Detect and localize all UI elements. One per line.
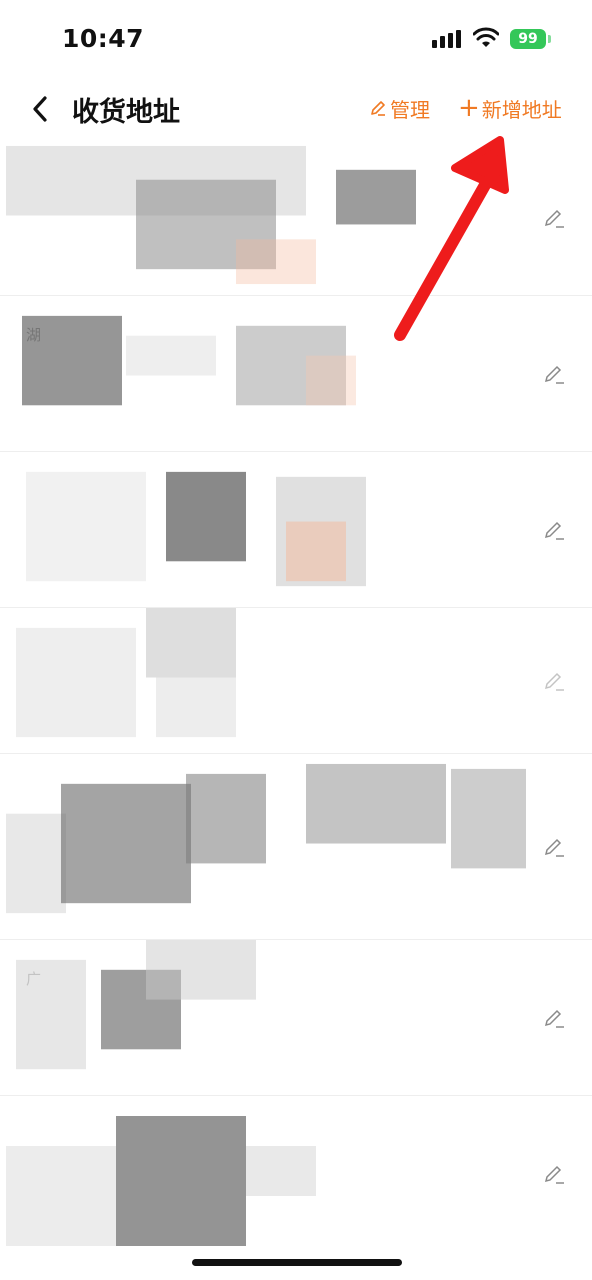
add-address-label: 新增地址 xyxy=(481,97,562,122)
manage-label: 管理 xyxy=(390,97,430,122)
redaction-scribble xyxy=(16,608,236,738)
address-item[interactable] xyxy=(0,608,592,754)
address-item[interactable] xyxy=(0,1096,592,1252)
cellular-signal-icon xyxy=(432,30,461,48)
redaction-scribble xyxy=(26,471,366,587)
manage-button[interactable]: 管理 xyxy=(368,94,430,122)
address-item[interactable] xyxy=(0,754,592,940)
status-time: 10:47 xyxy=(62,24,145,53)
back-chevron-icon[interactable] xyxy=(26,94,56,124)
address-item[interactable]: 湖 xyxy=(0,296,592,452)
redaction-scribble xyxy=(16,940,256,1070)
home-indicator[interactable] xyxy=(192,1259,402,1266)
battery-icon: 99 xyxy=(510,29,546,49)
pencil-icon xyxy=(371,101,385,116)
edit-icon[interactable] xyxy=(542,518,566,542)
redaction-scribble xyxy=(6,145,416,285)
edit-icon[interactable] xyxy=(542,669,566,693)
address-list: 湖 xyxy=(0,140,592,1252)
edit-icon[interactable] xyxy=(542,1006,566,1030)
plus-icon: + xyxy=(458,93,480,123)
status-bar: 10:47 99 xyxy=(0,0,592,80)
redaction-scribble xyxy=(6,763,526,914)
page-title: 收货地址 xyxy=(72,97,180,128)
add-address-button[interactable]: + 新增地址 xyxy=(458,94,562,122)
edit-icon[interactable] xyxy=(542,362,566,386)
redaction-scribble xyxy=(22,315,356,406)
battery-level: 99 xyxy=(518,31,538,47)
edit-icon[interactable] xyxy=(542,206,566,230)
address-item[interactable]: 广 xyxy=(0,940,592,1096)
edit-icon[interactable] xyxy=(542,1162,566,1186)
edit-icon[interactable] xyxy=(542,835,566,859)
address-item[interactable] xyxy=(0,452,592,608)
redaction-scribble xyxy=(6,1116,316,1246)
battery-tip xyxy=(548,35,551,43)
address-item[interactable] xyxy=(0,140,592,296)
nav-header: 收货地址 管理 + 新增地址 xyxy=(0,80,592,140)
wifi-icon xyxy=(473,27,499,47)
